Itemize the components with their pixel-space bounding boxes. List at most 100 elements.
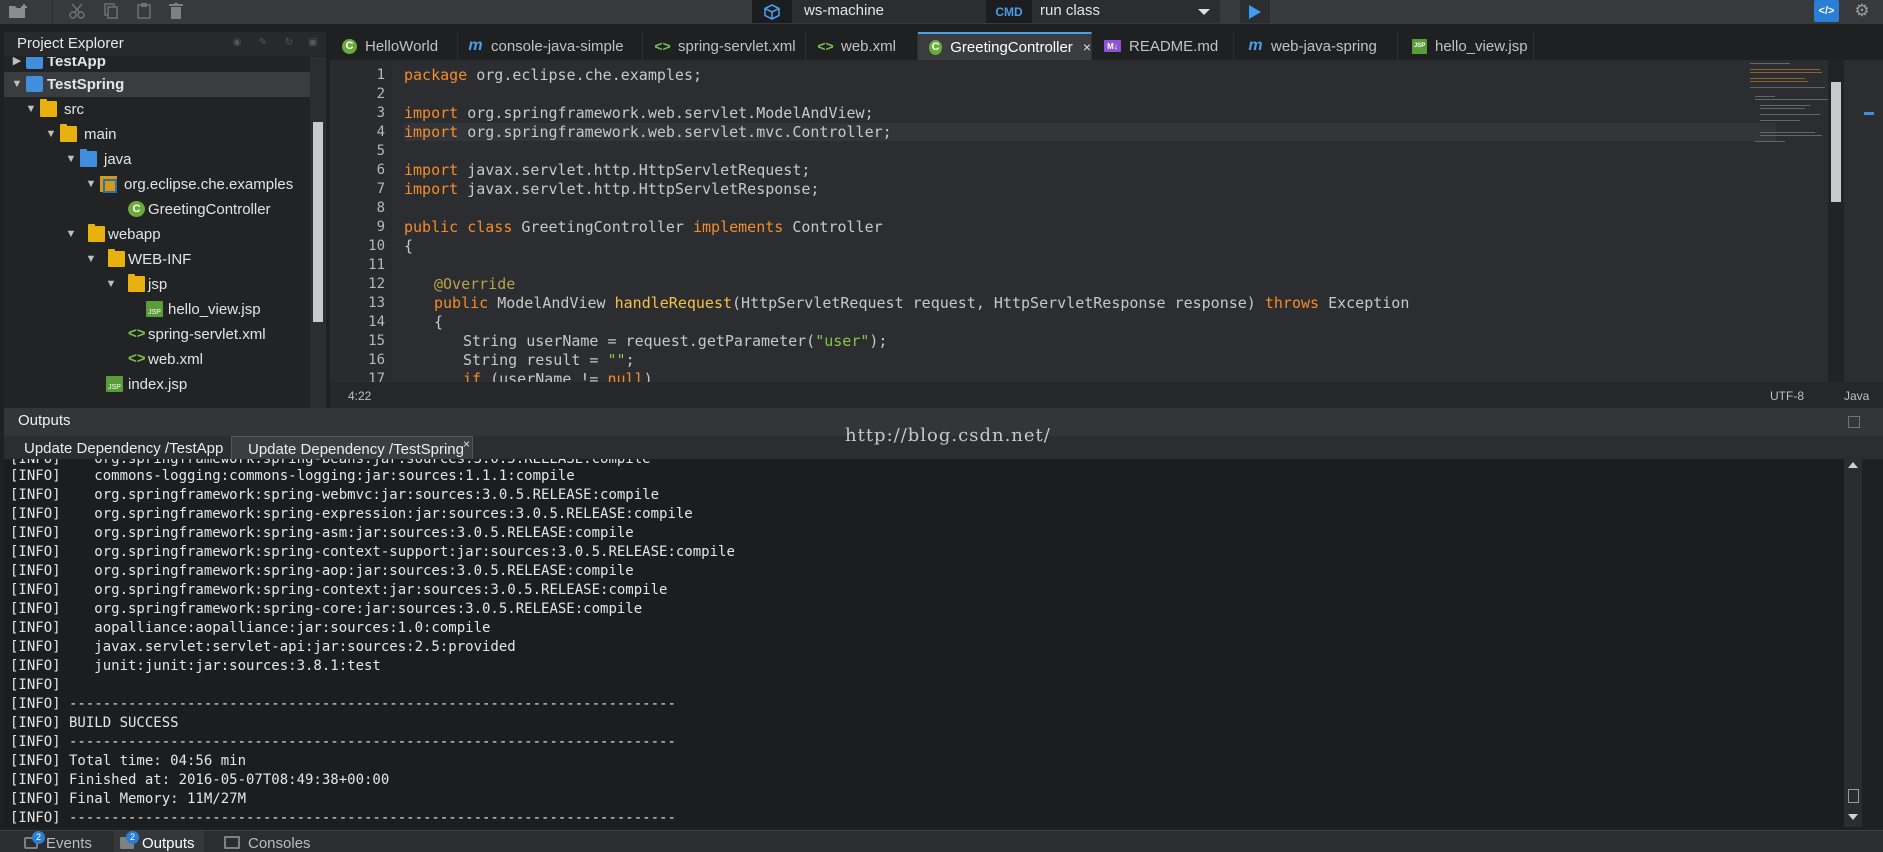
tab-consoles[interactable]: Consoles — [220, 831, 316, 852]
tree-item-src[interactable]: ▼ src — [4, 97, 310, 122]
tab-console-java-simple[interactable]: m console-java-simple — [458, 32, 643, 60]
tree-item-web-xml[interactable]: <> web.xml — [4, 347, 310, 372]
console-line: [INFO] ---------------------------------… — [10, 734, 676, 750]
tree-item-hello-view-jsp[interactable]: JSP hello_view.jsp — [4, 297, 310, 322]
tab-events[interactable]: 2 Events — [18, 831, 104, 852]
console-line: [INFO] — [10, 677, 61, 693]
tab-web-xml[interactable]: <> web.xml — [806, 32, 918, 60]
line-number: 6 — [376, 162, 385, 178]
cut-icon[interactable] — [66, 0, 88, 22]
line-number: 10 — [368, 238, 385, 254]
code-minimap[interactable] — [1740, 60, 1835, 170]
tree-item-package[interactable]: ▼ org.eclipse.che.examples — [4, 172, 310, 197]
tab-web-java-spring[interactable]: m web-java-spring — [1234, 32, 1398, 60]
console-line: [INFO] org.springframework:spring-contex… — [10, 582, 668, 598]
chevron-down-icon[interactable]: ▼ — [24, 97, 38, 122]
scrollbar-thumb[interactable] — [1831, 82, 1841, 202]
chevron-down-icon[interactable]: ▼ — [84, 172, 98, 197]
delete-icon[interactable] — [165, 0, 187, 22]
maximize-panel-icon[interactable] — [1848, 416, 1860, 428]
close-tab-icon[interactable]: × — [1083, 39, 1091, 55]
code-view-button[interactable]: </> — [1814, 0, 1839, 22]
tab-label: console-java-simple — [491, 37, 624, 55]
paste-icon[interactable] — [133, 0, 155, 22]
line-number: 4 — [376, 124, 385, 140]
tab-label: Outputs — [142, 835, 195, 852]
output-tab-label: Update Dependency /TestSpring — [248, 441, 464, 458]
tab-spring-servlet-xml[interactable]: <> spring-servlet.xml — [643, 32, 806, 60]
tab-label: hello_view.jsp — [1435, 37, 1528, 55]
xml-file-icon: <> — [128, 325, 146, 342]
tab-label: GreetingController — [950, 38, 1073, 56]
close-tab-icon[interactable]: × — [463, 437, 470, 451]
outputs-badge: 2 — [126, 831, 139, 844]
package-icon — [100, 176, 117, 193]
chevron-down-icon[interactable]: ▼ — [64, 222, 78, 247]
tree-item-label: spring-servlet.xml — [148, 326, 266, 343]
chevron-down-icon[interactable]: ▼ — [44, 122, 58, 147]
folder-icon — [108, 249, 125, 267]
maven-icon: m — [1248, 37, 1263, 54]
jsp-file-icon: JSP — [146, 301, 163, 317]
scroll-down-icon[interactable] — [1848, 814, 1858, 820]
refresh-icon[interactable]: ↻ — [283, 37, 295, 49]
tab-readme-md[interactable]: M↓ README.md — [1092, 32, 1234, 60]
code-line: String result = ""; — [463, 351, 635, 369]
output-tab-testapp[interactable]: Update Dependency /TestApp — [24, 436, 224, 459]
tree-item-label: TestSpring — [47, 76, 125, 93]
xml-file-icon: <> — [654, 38, 671, 54]
tree-item-testspring[interactable]: ▼ TestSpring — [4, 72, 310, 97]
tab-helloworld[interactable]: C HelloWorld — [330, 32, 458, 60]
collapse-all-icon[interactable]: ◉ — [231, 37, 243, 49]
editor-scrollbar[interactable] — [1828, 60, 1844, 382]
scrollbar-thumb[interactable] — [1848, 789, 1859, 803]
tree-item-web-inf[interactable]: ▼ WEB-INF — [4, 247, 310, 272]
settings-gear-icon[interactable]: ⚙ — [1850, 0, 1874, 22]
explorer-scrollbar[interactable] — [310, 57, 326, 408]
console-scrollbar[interactable] — [1844, 459, 1862, 827]
line-number: 7 — [376, 181, 385, 197]
link-editor-icon[interactable]: ✎ — [257, 37, 269, 49]
cursor-position: 4:22 — [348, 389, 372, 403]
markdown-icon: M↓ — [1104, 40, 1121, 52]
overview-ruler — [1844, 60, 1883, 382]
tab-greetingcontroller[interactable]: C GreetingController × — [918, 32, 1092, 60]
tree-item-label: GreetingController — [148, 201, 271, 218]
console-line: [INFO] org.springframework:spring-webmvc… — [10, 487, 660, 503]
machine-selector[interactable]: ws-machine — [752, 0, 986, 23]
xml-file-icon: <> — [128, 350, 146, 367]
scrollbar-thumb[interactable] — [313, 122, 323, 322]
tab-outputs[interactable]: 2 Outputs — [114, 831, 204, 852]
code-area[interactable]: package org.eclipse.che.examples; import… — [404, 60, 1784, 382]
tree-item-greetingcontroller[interactable]: C GreetingController — [4, 197, 310, 222]
folder-icon — [128, 274, 145, 292]
scroll-up-icon[interactable] — [1848, 462, 1858, 468]
tree-item-java[interactable]: ▼ java — [4, 147, 310, 172]
tree-item-webapp[interactable]: ▼ webapp — [4, 222, 310, 247]
maximize-icon[interactable]: ▣ — [307, 37, 319, 49]
copy-icon[interactable] — [100, 0, 122, 22]
line-number: 15 — [368, 333, 385, 349]
output-console[interactable]: [INFO] org.springframework:spring-beans:… — [4, 459, 1844, 827]
new-project-icon[interactable] — [2, 0, 36, 22]
code-line: import javax.servlet.http.HttpServletRes… — [404, 180, 820, 198]
code-editor[interactable]: 1 2 3 4 5 6 7 8 9 10 11 12 13 14 15 16 1… — [330, 60, 1883, 387]
tab-hello-view-jsp[interactable]: JSP hello_view.jsp — [1398, 32, 1534, 60]
code-line: if (userName != null) — [463, 370, 653, 382]
tree-item-spring-servlet-xml[interactable]: <> spring-servlet.xml — [4, 322, 310, 347]
chevron-down-icon[interactable]: ▼ — [104, 272, 118, 297]
tree-item-jsp[interactable]: ▼ jsp — [4, 272, 310, 297]
line-number: 14 — [368, 314, 385, 330]
class-icon: C — [929, 39, 943, 55]
run-button[interactable] — [1240, 0, 1270, 23]
tree-item-label: WEB-INF — [128, 251, 192, 268]
chevron-down-icon[interactable]: ▼ — [10, 72, 24, 97]
chevron-down-icon[interactable]: ▼ — [84, 247, 98, 272]
chevron-down-icon[interactable] — [1198, 9, 1210, 15]
chevron-down-icon[interactable]: ▼ — [64, 147, 78, 172]
command-selector[interactable]: CMD run class — [986, 0, 1220, 23]
output-tab-testspring[interactable]: Update Dependency /TestSpring × — [231, 436, 473, 459]
tree-item-index-jsp[interactable]: JSP index.jsp — [4, 372, 310, 397]
maven-icon: m — [468, 37, 483, 54]
tree-item-main[interactable]: ▼ main — [4, 122, 310, 147]
